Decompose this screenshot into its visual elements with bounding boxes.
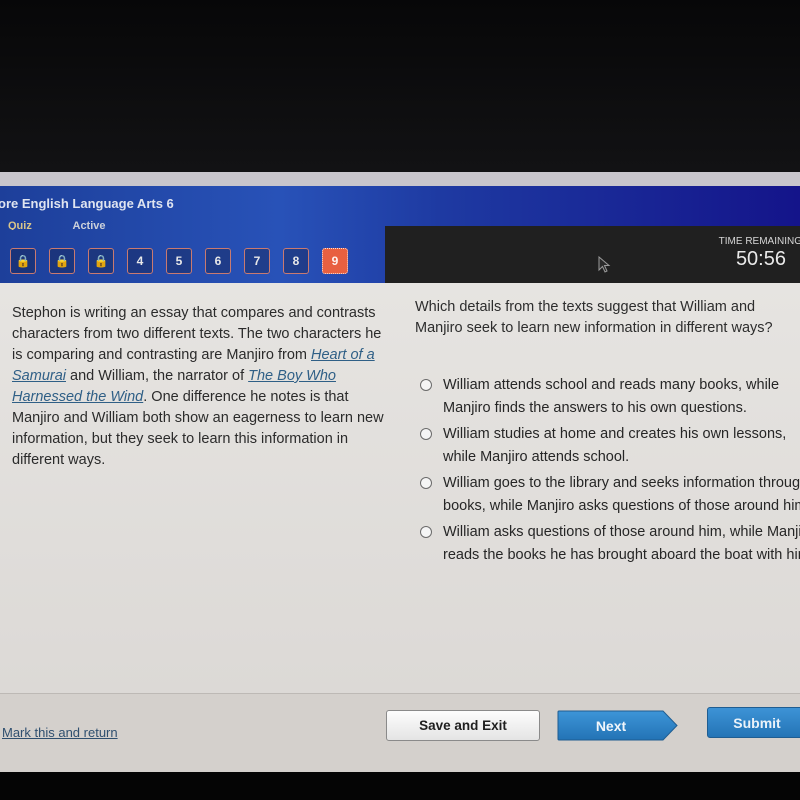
course-title: ore English Language Arts 6 — [0, 196, 174, 211]
monitor-bezel-top — [0, 0, 800, 172]
mouse-cursor-icon — [598, 256, 611, 273]
lock-icon: 🔒 — [93, 254, 109, 268]
passage-part-2: and William, the narrator of — [66, 368, 249, 384]
question-prompt: Which details from the texts suggest tha… — [415, 299, 773, 336]
question-content: Stephon is writing an essay that compare… — [0, 283, 800, 693]
time-remaining-value: 50:56 — [735, 248, 786, 270]
lock-icon: 🔒 — [15, 254, 31, 268]
browser-strip — [0, 172, 800, 186]
answer-choice-text: William attends school and reads many bo… — [443, 377, 780, 416]
quiz-footer: Mark this and return Save and Exit Next … — [0, 693, 800, 772]
radio-button[interactable] — [420, 477, 432, 489]
answer-choice[interactable]: William goes to the library and seeks in… — [420, 472, 800, 517]
radio-button[interactable] — [420, 526, 432, 538]
question-6-button[interactable]: 6 — [205, 248, 231, 274]
lock-icon: 🔒 — [54, 254, 70, 268]
monitor-bezel-bottom — [0, 772, 800, 800]
answer-choice-text: William studies at home and creates his … — [443, 426, 787, 465]
question-1-button[interactable]: 🔒 — [10, 248, 36, 274]
answer-choice-text: William asks questions of those around h… — [443, 524, 800, 563]
passage-text: Stephon is writing an essay that compare… — [12, 303, 392, 471]
answer-choice-text: William goes to the library and seeks in… — [443, 475, 800, 514]
answer-choice[interactable]: William attends school and reads many bo… — [420, 374, 800, 419]
answer-choice[interactable]: William asks questions of those around h… — [420, 521, 800, 566]
mark-and-return-link[interactable]: Mark this and return — [2, 725, 118, 740]
radio-button[interactable] — [420, 428, 432, 440]
question-3-button[interactable]: 🔒 — [88, 248, 114, 274]
next-button[interactable]: Next — [557, 710, 679, 741]
question-5-button[interactable]: 5 — [166, 248, 192, 274]
answer-choice[interactable]: William studies at home and creates his … — [420, 423, 800, 468]
quiz-header: ore English Language Arts 6 Quiz Active … — [0, 186, 800, 283]
question-9-button-current[interactable]: 9 — [322, 248, 348, 274]
next-button-label: Next — [595, 717, 627, 734]
submit-button[interactable]: Submit — [707, 707, 800, 738]
question-8-button[interactable]: 8 — [283, 248, 309, 274]
activity-type-label: Quiz — [8, 220, 32, 230]
question-navigator: 🔒 🔒 🔒 4 5 6 7 8 9 — [10, 248, 348, 274]
question-7-button[interactable]: 7 — [244, 248, 270, 274]
answer-choices: William attends school and reads many bo… — [420, 374, 800, 570]
save-and-exit-button[interactable]: Save and Exit — [386, 710, 540, 741]
activity-status-label: Active — [72, 220, 106, 230]
quiz-screen: ore English Language Arts 6 Quiz Active … — [0, 172, 800, 772]
question-2-button[interactable]: 🔒 — [49, 248, 75, 274]
radio-button[interactable] — [420, 379, 432, 391]
question-4-button[interactable]: 4 — [127, 248, 153, 274]
time-remaining-label: TIME REMAINING — [718, 236, 800, 247]
activity-labels: Quiz Active — [8, 220, 144, 230]
